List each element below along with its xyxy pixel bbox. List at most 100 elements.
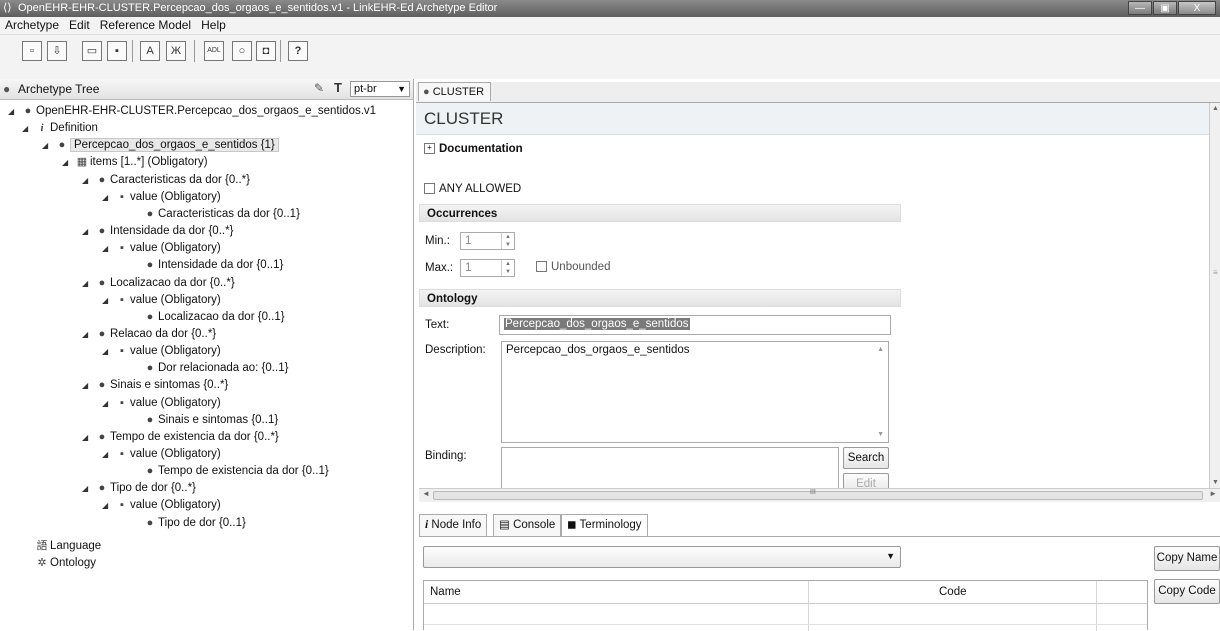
documentation-toggle[interactable]: + Documentation	[424, 143, 523, 155]
checkbox-icon[interactable]	[424, 183, 435, 195]
editor-horizontal-scrollbar[interactable]: ◄ III ►	[419, 488, 1220, 502]
spinner-arrows-icon[interactable]: ▲ ▼	[501, 260, 514, 276]
tree-node[interactable]: ◢ ▪ value (Obligatory)	[102, 292, 221, 309]
scroll-up-icon[interactable]: ▲	[1212, 105, 1219, 112]
expand-arrow-icon[interactable]: ◢	[82, 326, 94, 343]
import-icon[interactable]: ⇩	[47, 41, 67, 61]
tree-node[interactable]: ● Intensidade da dor {0..1}	[130, 257, 284, 274]
text-input[interactable]: Percepcao_dos_orgaos_e_sentidos	[499, 315, 891, 335]
expand-arrow-icon[interactable]: ◢	[82, 172, 94, 189]
column-header-code[interactable]: Code	[939, 581, 967, 603]
app-icon: ⟨⟩	[3, 2, 12, 14]
view-icon[interactable]: ◘	[256, 41, 276, 61]
menu-reference-model[interactable]: Reference Model	[95, 17, 196, 34]
tree-node[interactable]: ◢ ▪ value (Obligatory)	[102, 446, 221, 463]
tree-node[interactable]: ● Localizacao da dor {0..1}	[130, 309, 285, 326]
maximize-button[interactable]: ▣	[1153, 1, 1177, 15]
edit-button[interactable]: Edit	[843, 473, 889, 488]
expand-arrow-icon[interactable]: ◢	[8, 103, 20, 120]
terminology-select[interactable]: ▼	[423, 546, 901, 568]
max-spinner[interactable]: 1 ▲ ▼	[460, 259, 515, 277]
tab-cluster[interactable]: ● CLUSTER	[418, 82, 492, 101]
scroll-left-icon[interactable]: ◄	[422, 489, 430, 498]
expand-arrow-icon[interactable]: ◢	[82, 223, 94, 240]
expand-arrow-icon[interactable]: ◢	[102, 446, 114, 463]
filter-icon[interactable]: ✎	[314, 81, 324, 95]
tree-node[interactable]: ◢ ▪ value (Obligatory)	[102, 189, 221, 206]
tree-node[interactable]: ◢ ● Relacao da dor {0..*}	[82, 326, 216, 343]
scroll-down-icon[interactable]: ▼	[1212, 479, 1219, 486]
new-archetype-icon[interactable]: ▫	[22, 41, 42, 61]
scroll-thumb[interactable]: III	[433, 489, 1203, 500]
expand-arrow-icon[interactable]: ◢	[102, 343, 114, 360]
checkbox-icon[interactable]	[536, 261, 547, 273]
description-textarea[interactable]: Percepcao_dos_orgaos_e_sentidos ▲ ▼	[501, 341, 889, 443]
tree-node[interactable]: ◢ ● Sinais e sintomas {0..*}	[82, 377, 228, 394]
expand-arrow-icon[interactable]: ◢	[102, 240, 114, 257]
column-header-name[interactable]: Name	[430, 581, 461, 603]
unbounded-checkbox[interactable]: Unbounded	[536, 261, 610, 273]
tree-node[interactable]: ◢ ▦ items [1..*] (Obligatory)	[62, 154, 208, 171]
tree-node[interactable]: ✲ Ontology	[22, 555, 96, 572]
tree-node[interactable]: ◢ i Definition	[22, 120, 98, 137]
tree-node[interactable]: ◢ ● Caracteristicas da dor {0..*}	[82, 172, 250, 189]
scroll-down-icon[interactable]: ▼	[877, 431, 884, 438]
search-button[interactable]: Search	[843, 447, 889, 469]
expand-arrow-icon[interactable]: ◢	[22, 120, 34, 137]
menu-help[interactable]: Help	[196, 17, 231, 34]
expand-arrow-icon[interactable]: ◢	[82, 429, 94, 446]
expand-arrow-icon[interactable]: ◢	[102, 497, 114, 514]
tree-node[interactable]: ◢ ▪ value (Obligatory)	[102, 497, 221, 514]
save-icon[interactable]: ▪	[107, 41, 127, 61]
help-icon[interactable]: ?	[288, 41, 308, 61]
any-allowed-checkbox[interactable]: ANY ALLOWED	[424, 183, 521, 195]
expand-arrow-icon[interactable]: ◢	[42, 137, 54, 154]
tree-node[interactable]: ◢ ● Localizacao da dor {0..*}	[82, 275, 235, 292]
tree-node[interactable]: ● Tipo de dor {0..1}	[130, 515, 246, 532]
tree-node[interactable]: ◢ ● Tempo de existencia da dor {0..*}	[82, 429, 279, 446]
spinner-arrows-icon[interactable]: ▲ ▼	[501, 233, 514, 249]
tree-node[interactable]: ◢ ▪ value (Obligatory)	[102, 240, 221, 257]
validate-icon[interactable]: A	[140, 41, 160, 61]
expand-arrow-icon[interactable]: ◢	[82, 377, 94, 394]
scroll-right-icon[interactable]: ►	[1209, 489, 1217, 498]
binding-list[interactable]	[501, 447, 839, 488]
tree-node[interactable]: ◢ ● Intensidade da dor {0..*}	[82, 223, 233, 240]
tab-terminology[interactable]: ◼ Terminology	[561, 514, 648, 536]
editor-vertical-scrollbar[interactable]: ▲ ≡ ▼	[1209, 103, 1220, 488]
scroll-up-icon[interactable]: ▲	[877, 346, 884, 353]
tree-node[interactable]: ● Sinais e sintomas {0..1}	[130, 412, 279, 429]
tree-node[interactable]: ◢ ● OpenEHR-EHR-CLUSTER.Percepcao_dos_orga…	[8, 103, 376, 120]
tab-node-info[interactable]: i Node Info	[419, 514, 488, 536]
tab-console[interactable]: ▤ Console	[493, 514, 562, 536]
search-icon[interactable]: ○	[232, 41, 252, 61]
expand-arrow-icon[interactable]: ◢	[82, 275, 94, 292]
tree-node[interactable]: ◢ ● Tipo de dor {0..*}	[82, 480, 196, 497]
tree-node[interactable]: ● Tempo de existencia da dor {0..1}	[130, 463, 329, 480]
text-icon[interactable]: T	[334, 80, 342, 95]
close-button[interactable]: X	[1178, 1, 1216, 15]
tree-node[interactable]: ◢ ▪ value (Obligatory)	[102, 343, 221, 360]
copy-name-button[interactable]: Copy Name	[1154, 546, 1220, 571]
language-select[interactable]: pt-br ▼	[350, 81, 410, 97]
expand-arrow-icon[interactable]: ◢	[102, 395, 114, 412]
menu-edit[interactable]: Edit	[64, 17, 95, 34]
adl-icon[interactable]: ADL	[204, 41, 224, 61]
open-folder-icon[interactable]: ▭	[82, 41, 102, 61]
tree-node[interactable]: ● Dor relacionada ao: {0..1}	[130, 360, 289, 377]
copy-code-button[interactable]: Copy Code	[1154, 579, 1220, 604]
expand-arrow-icon[interactable]: ◢	[102, 189, 114, 206]
expand-arrow-icon[interactable]: ◢	[62, 154, 74, 171]
tree-node[interactable]: ◢ ● Percepcao_dos_orgaos_e_sentidos {1}	[42, 137, 279, 154]
tree-node[interactable]: 語 Language	[22, 538, 102, 555]
tab-console-label: Console	[513, 519, 556, 531]
expand-icon[interactable]: +	[424, 143, 435, 155]
expand-arrow-icon[interactable]: ◢	[82, 480, 94, 497]
tree-node[interactable]: ◢ ▪ value (Obligatory)	[102, 395, 221, 412]
spellcheck-icon[interactable]: Ж	[166, 41, 186, 61]
minimize-button[interactable]: —	[1128, 1, 1152, 15]
tree-node[interactable]: ● Caracteristicas da dor {0..1}	[130, 206, 300, 223]
min-spinner[interactable]: 1 ▲ ▼	[460, 232, 515, 250]
expand-arrow-icon[interactable]: ◢	[102, 292, 114, 309]
menu-archetype[interactable]: Archetype	[0, 17, 64, 34]
